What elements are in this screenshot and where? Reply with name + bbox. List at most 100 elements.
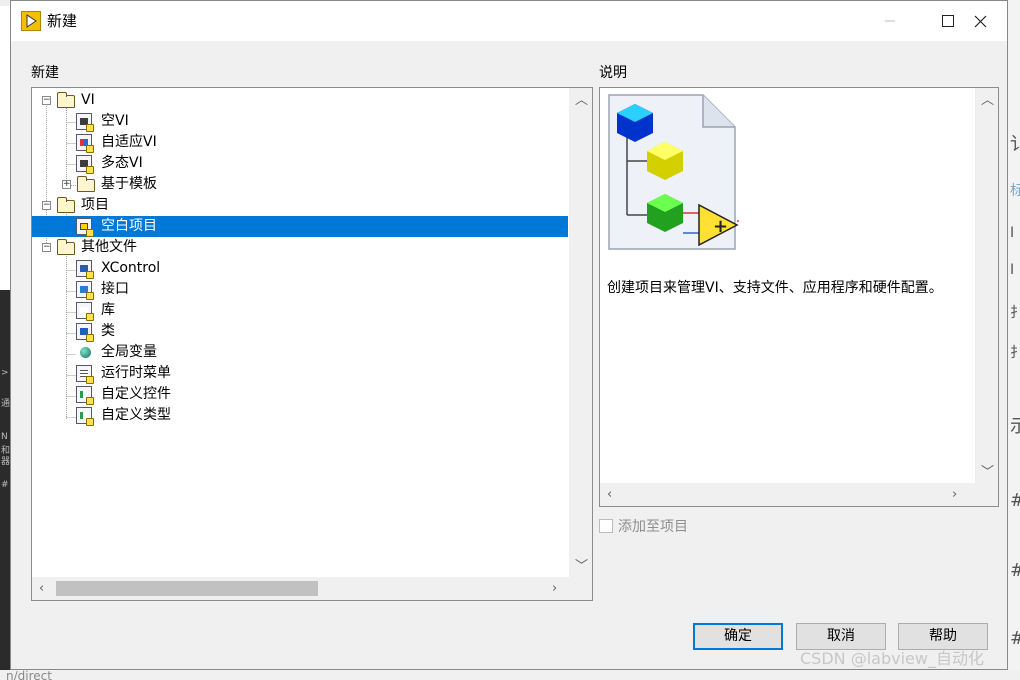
tree-item-xcontrol[interactable]: XControl [32, 258, 568, 279]
close-button[interactable] [951, 1, 1009, 41]
collapse-toggle-icon[interactable]: − [42, 243, 51, 252]
scroll-down-icon[interactable]: ﹀ [981, 466, 994, 479]
description-section-label: 说明 [599, 65, 627, 81]
folder-icon [56, 239, 75, 255]
tree-horizontal-scrollbar[interactable]: ‹ › [32, 577, 568, 600]
scroll-corner [568, 577, 592, 600]
bg-glyph: 讠 [1010, 134, 1020, 155]
description-text: 创建项目来管理VI、支持文件、应用程序和硬件配置。 [607, 280, 943, 296]
tree-content: − VI 空VI 自适应VI 多态VI + 基于模板 − 项目 空白项目 − 其… [32, 88, 568, 578]
bg-glyph: I [1010, 262, 1015, 278]
add-to-project-label: 添加至项目 [618, 519, 688, 535]
tree-item-other-files[interactable]: − 其他文件 [32, 237, 568, 258]
tree-item-blank-project[interactable]: 空白项目 [32, 216, 568, 237]
horizontal-scroll-thumb[interactable] [56, 581, 318, 596]
bg-glyph: N [1, 432, 8, 442]
tree-item-adaptive-vi[interactable]: 自适应VI [32, 132, 568, 153]
folder-icon [56, 197, 75, 213]
tree-item-interface[interactable]: 接口 [32, 279, 568, 300]
template-tree[interactable]: − VI 空VI 自适应VI 多态VI + 基于模板 − 项目 空白项目 − 其… [31, 87, 593, 601]
library-file-icon [76, 302, 94, 321]
watermark: CSDN @labview_自动化 [800, 649, 984, 668]
description-vertical-scrollbar[interactable]: ︿ ﹀ [975, 88, 998, 484]
background-right-app: 讠 标 I I 扌 扌 示 # # # [1008, 0, 1020, 680]
scroll-right-icon[interactable]: › [952, 488, 957, 501]
tree-item-label: 接口 [101, 281, 129, 297]
tree-item-label: 全局变量 [101, 344, 157, 360]
globe-icon [80, 347, 91, 358]
bg-glyph: > [1, 368, 9, 378]
svg-text:+: + [713, 216, 728, 237]
bg-glyph: 通 [1, 399, 11, 409]
tree-item-label: 其他文件 [81, 239, 137, 255]
background-bottom-strip [0, 670, 1020, 680]
minimize-icon [885, 20, 895, 22]
typedef-file-icon [76, 407, 94, 426]
tree-item-runtime-menu[interactable]: 运行时菜单 [32, 363, 568, 384]
project-hierarchy-icon: + [608, 94, 739, 250]
tree-item-label: 运行时菜单 [101, 365, 171, 381]
control-file-icon [76, 386, 94, 405]
tree-item-label: XControl [101, 260, 161, 276]
interface-file-icon [76, 281, 94, 300]
tree-item-label: 基于模板 [101, 176, 157, 192]
vi-file-icon [76, 134, 94, 153]
ok-button[interactable]: 确定 [693, 623, 783, 650]
tree-item-blank-vi[interactable]: 空VI [32, 111, 568, 132]
tree-item-project[interactable]: − 项目 [32, 195, 568, 216]
bg-glyph: 器 [1, 457, 11, 467]
bg-glyph: 扌 [1010, 345, 1020, 361]
tree-item-polymorphic-vi[interactable]: 多态VI [32, 153, 568, 174]
title-bar[interactable]: 新建 [11, 1, 1007, 41]
tree-item-label: 库 [101, 302, 115, 318]
tree-item-label: 自定义控件 [101, 386, 171, 402]
tree-item-label: 空VI [101, 113, 129, 129]
folder-icon [76, 176, 95, 192]
xcontrol-file-icon [76, 260, 94, 279]
tree-item-custom-control[interactable]: 自定义控件 [32, 384, 568, 405]
tree-item-custom-type[interactable]: 自定义类型 [32, 405, 568, 426]
tree-vertical-scrollbar[interactable]: ︿ ﹀ [569, 88, 592, 578]
add-to-project-checkbox[interactable] [599, 519, 613, 533]
vi-file-icon [76, 113, 94, 132]
bg-glyph: # [1010, 560, 1020, 581]
tree-item-label: 空白项目 [101, 218, 157, 234]
tree-section-label: 新建 [31, 65, 59, 81]
menu-file-icon [76, 365, 94, 384]
tree-item-vi[interactable]: − VI [32, 90, 568, 111]
help-button[interactable]: 帮助 [898, 623, 988, 650]
bg-glyph: # [1, 480, 9, 490]
close-icon [974, 15, 986, 27]
scroll-up-icon[interactable]: ︿ [981, 94, 994, 107]
scroll-up-icon[interactable]: ︿ [575, 94, 588, 107]
tree-item-label: 项目 [81, 197, 109, 213]
scroll-left-icon[interactable]: ‹ [607, 488, 612, 501]
class-file-icon [76, 323, 94, 342]
scroll-left-icon[interactable]: ‹ [39, 582, 44, 595]
bg-glyph: 扌 [1010, 305, 1020, 321]
background-link-text: n/direct [6, 669, 52, 680]
minimize-button[interactable] [861, 1, 919, 41]
bg-glyph: # [1010, 490, 1020, 511]
collapse-toggle-icon[interactable]: − [42, 96, 51, 105]
tree-item-label: 自定义类型 [101, 407, 171, 423]
tree-item-label: VI [81, 92, 95, 108]
tree-item-class[interactable]: 类 [32, 321, 568, 342]
window-title: 新建 [47, 12, 78, 30]
new-dialog: 新建 新建 说明 − VI 空VI 自适应VI 多态VI + 基于模板 − 项目… [10, 0, 1008, 670]
folder-icon [56, 92, 75, 108]
scroll-down-icon[interactable]: ﹀ [575, 560, 588, 573]
description-panel: + 创建项目来管理VI、支持文件、应用程序和硬件配置。 ︿ ﹀ ‹ › [599, 87, 999, 507]
tree-item-global-variable[interactable]: 全局变量 [32, 342, 568, 363]
cancel-button[interactable]: 取消 [796, 623, 886, 650]
scroll-right-icon[interactable]: › [552, 582, 557, 595]
collapse-toggle-icon[interactable]: − [42, 201, 51, 210]
expand-toggle-icon[interactable]: + [62, 180, 71, 189]
tree-item-library[interactable]: 库 [32, 300, 568, 321]
scroll-corner [974, 483, 998, 506]
tree-item-from-template[interactable]: + 基于模板 [32, 174, 568, 195]
bg-glyph: 标 [1010, 183, 1020, 199]
description-horizontal-scrollbar[interactable]: ‹ › [600, 483, 974, 506]
bg-glyph: I [1010, 225, 1015, 241]
bg-glyph: # [1010, 628, 1020, 649]
